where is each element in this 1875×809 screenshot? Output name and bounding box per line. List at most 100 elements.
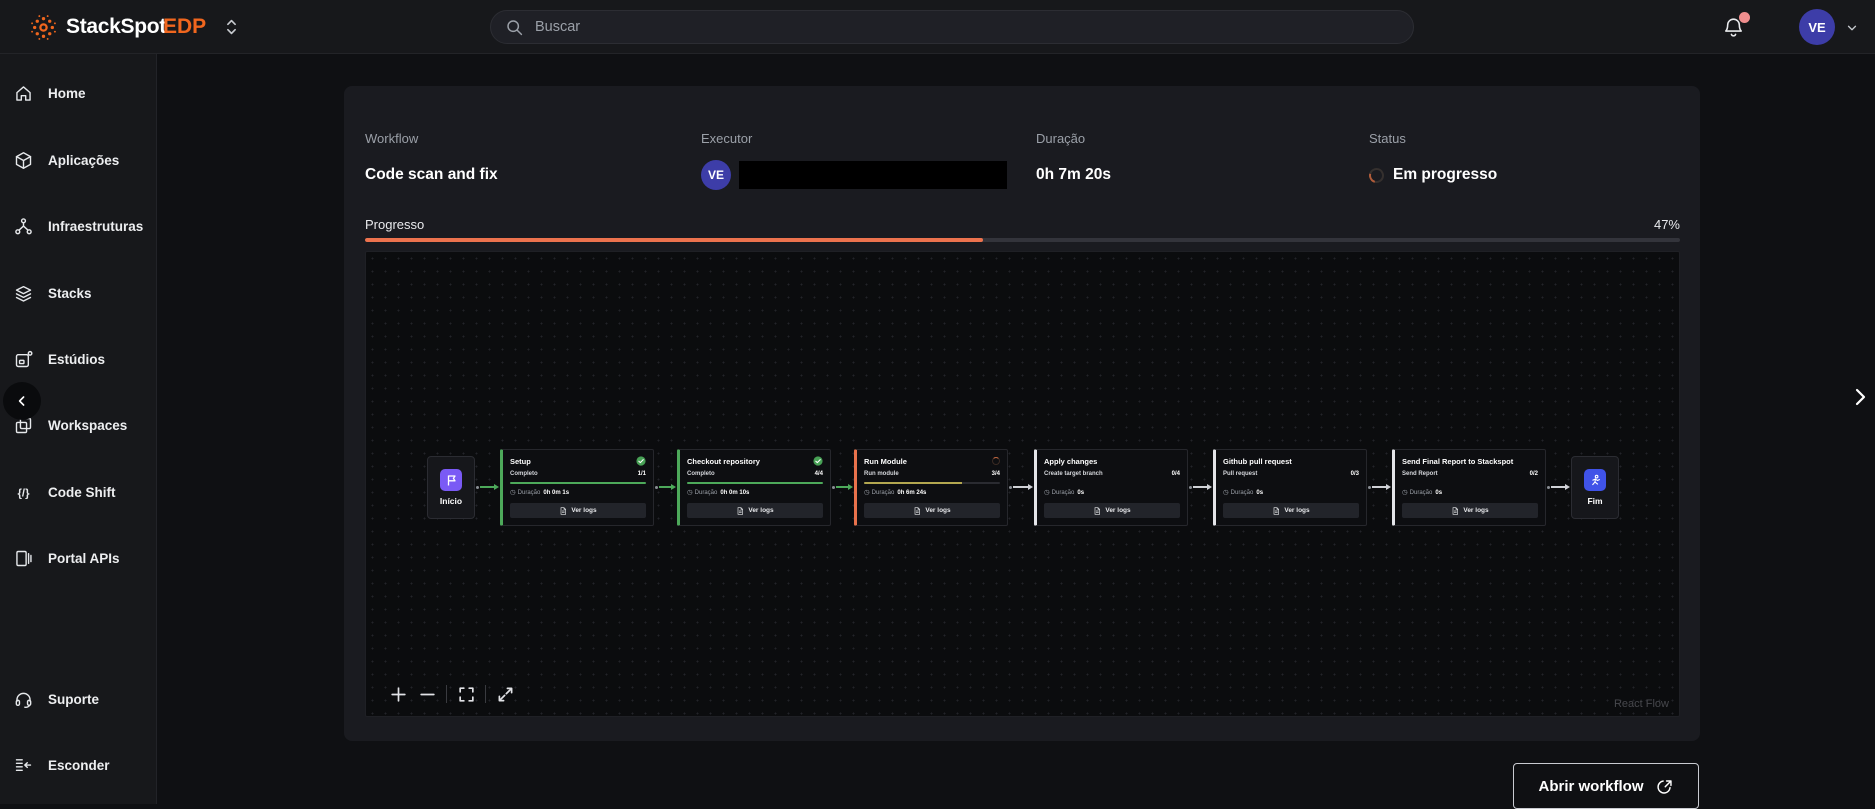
workflow-step-node[interactable]: Checkout repository Completo 4/4 ◷ Duraç… bbox=[677, 449, 831, 526]
zoom-in-button[interactable] bbox=[388, 684, 408, 704]
step-counter: 1/1 bbox=[638, 471, 646, 477]
sidebar-item-home[interactable]: Home bbox=[0, 81, 157, 105]
ver-logs-button[interactable]: Ver logs bbox=[1223, 503, 1359, 518]
user-menu-chevron-down-icon[interactable] bbox=[1845, 21, 1859, 40]
workflow-step-node[interactable]: Apply changes Create target branch 0/4 ◷… bbox=[1034, 449, 1188, 526]
fullscreen-button[interactable] bbox=[495, 684, 515, 704]
status-value: Em progresso bbox=[1393, 166, 1497, 184]
ver-logs-button[interactable]: Ver logs bbox=[1044, 503, 1180, 518]
sidebar-item-esconder[interactable]: Esconder bbox=[0, 753, 157, 777]
clock-icon: ◷ bbox=[510, 490, 516, 497]
sidebar-item-aplicacoes[interactable]: Aplicações bbox=[0, 148, 157, 172]
main-content: Workflow Executor Duração Status Code sc… bbox=[157, 54, 1875, 804]
executor-label: Executor bbox=[701, 131, 1036, 146]
sidebar-item-estudios[interactable]: Estúdios bbox=[0, 347, 157, 371]
workflow-step-node[interactable]: Github pull request Pull request 0/3 ◷ D… bbox=[1213, 449, 1367, 526]
sidebar-item-portal-apis[interactable]: Portal APIs bbox=[0, 546, 157, 570]
sidebar-item-label: Stacks bbox=[48, 286, 92, 301]
sidebar-nav: Home Aplicações Infraestruturas Stacks E… bbox=[0, 54, 157, 804]
sidebar-item-infraestruturas[interactable]: Infraestruturas bbox=[0, 214, 157, 238]
controls-divider bbox=[485, 685, 486, 703]
sidebar-item-icon bbox=[13, 482, 34, 503]
open-workflow-label: Abrir workflow bbox=[1538, 778, 1643, 795]
step-title: Send Final Report to Stackspot bbox=[1402, 457, 1513, 466]
org-switcher-chevrons-icon[interactable] bbox=[225, 17, 238, 37]
step-title: Setup bbox=[510, 457, 531, 466]
sidebar-item-icon bbox=[13, 349, 34, 370]
ver-logs-label: Ver logs bbox=[1105, 507, 1130, 514]
step-success-check-icon bbox=[636, 456, 646, 466]
react-flow-attribution[interactable]: React Flow bbox=[1614, 698, 1669, 710]
logs-document-icon bbox=[1093, 507, 1101, 515]
start-node-label: Início bbox=[440, 496, 462, 506]
step-duration-value: 0h 0m 1s bbox=[543, 490, 569, 496]
step-duration-value: 0s bbox=[1435, 490, 1442, 496]
logs-document-icon bbox=[913, 507, 921, 515]
step-title: Github pull request bbox=[1223, 457, 1292, 466]
flow-end-node[interactable]: Fim bbox=[1571, 456, 1619, 519]
top-navbar: StackSpot EDP VE bbox=[0, 0, 1875, 54]
ver-logs-label: Ver logs bbox=[925, 507, 950, 514]
clock-icon: ◷ bbox=[864, 490, 870, 497]
step-duration-value: 0s bbox=[1077, 490, 1084, 496]
expand-panel-chevron-right[interactable] bbox=[1851, 386, 1871, 408]
ver-logs-button[interactable]: Ver logs bbox=[510, 503, 646, 518]
workflow-canvas[interactable]: Início Fim React Flow Setup bbox=[365, 251, 1680, 717]
ver-logs-button[interactable]: Ver logs bbox=[864, 503, 1000, 518]
notifications-button[interactable] bbox=[1721, 15, 1747, 41]
step-title: Apply changes bbox=[1044, 457, 1097, 466]
duration-label: Duração bbox=[1036, 131, 1369, 146]
workflow-progress-bar bbox=[365, 238, 1680, 242]
step-progress-bar bbox=[687, 482, 823, 484]
sidebar-item-icon bbox=[13, 150, 34, 171]
brand[interactable]: StackSpot EDP bbox=[30, 0, 238, 54]
stackspot-logo-icon bbox=[30, 14, 57, 41]
fit-view-button[interactable] bbox=[456, 684, 476, 704]
logs-document-icon bbox=[1451, 507, 1459, 515]
logs-document-icon bbox=[559, 507, 567, 515]
flow-edge bbox=[476, 483, 499, 491]
brand-name: StackSpot bbox=[66, 15, 166, 39]
sidebar-item-label: Workspaces bbox=[48, 418, 127, 433]
step-title: Run Module bbox=[864, 457, 907, 466]
step-counter: 0/2 bbox=[1530, 471, 1538, 477]
step-duration-label: Duração bbox=[1231, 490, 1254, 496]
user-avatar[interactable]: VE bbox=[1799, 9, 1835, 45]
workflow-step-node[interactable]: Run Module Run module 3/4 ◷ Duração 0h 6… bbox=[854, 449, 1008, 526]
sidebar-item-icon bbox=[13, 83, 34, 104]
external-link-icon bbox=[1655, 777, 1674, 796]
zoom-out-button[interactable] bbox=[417, 684, 437, 704]
flow-edge bbox=[1009, 483, 1033, 491]
search-input[interactable] bbox=[535, 19, 1399, 35]
flow-edge bbox=[655, 483, 676, 491]
step-counter: 0/3 bbox=[1351, 471, 1359, 477]
step-subtitle: Pull request bbox=[1223, 471, 1257, 477]
clock-icon: ◷ bbox=[1402, 490, 1408, 497]
chevron-left-icon bbox=[14, 393, 30, 409]
step-subtitle: Send Report bbox=[1402, 471, 1438, 477]
flow-start-node[interactable]: Início bbox=[427, 456, 475, 519]
ver-logs-button[interactable]: Ver logs bbox=[1402, 503, 1538, 518]
logs-document-icon bbox=[736, 507, 744, 515]
ver-logs-label: Ver logs bbox=[748, 507, 773, 514]
workflow-progress-fill bbox=[365, 238, 983, 242]
workflow-step-node[interactable]: Setup Completo 1/1 ◷ Duração 0h 0m 1s Ve… bbox=[500, 449, 654, 526]
flow-edge bbox=[1189, 483, 1212, 491]
inicio-flag-icon bbox=[440, 469, 462, 491]
global-search[interactable] bbox=[490, 10, 1414, 44]
sidebar-collapse-button[interactable] bbox=[3, 382, 41, 420]
sidebar-item-icon bbox=[13, 689, 34, 710]
workflow-step-node[interactable]: Send Final Report to Stackspot Send Repo… bbox=[1392, 449, 1546, 526]
sidebar-item-suporte[interactable]: Suporte bbox=[0, 687, 157, 711]
ver-logs-button[interactable]: Ver logs bbox=[687, 503, 823, 518]
open-workflow-button[interactable]: Abrir workflow bbox=[1513, 763, 1699, 809]
controls-divider bbox=[446, 685, 447, 703]
sidebar-item-label: Home bbox=[48, 86, 86, 101]
sidebar-item-icon bbox=[13, 216, 34, 237]
step-counter: 4/4 bbox=[815, 471, 823, 477]
flow-edge bbox=[832, 483, 853, 491]
ver-logs-label: Ver logs bbox=[1463, 507, 1488, 514]
sidebar-item-stacks[interactable]: Stacks bbox=[0, 281, 157, 305]
sidebar-item-code-shift[interactable]: Code Shift bbox=[0, 480, 157, 504]
brand-suffix: EDP bbox=[163, 15, 206, 39]
